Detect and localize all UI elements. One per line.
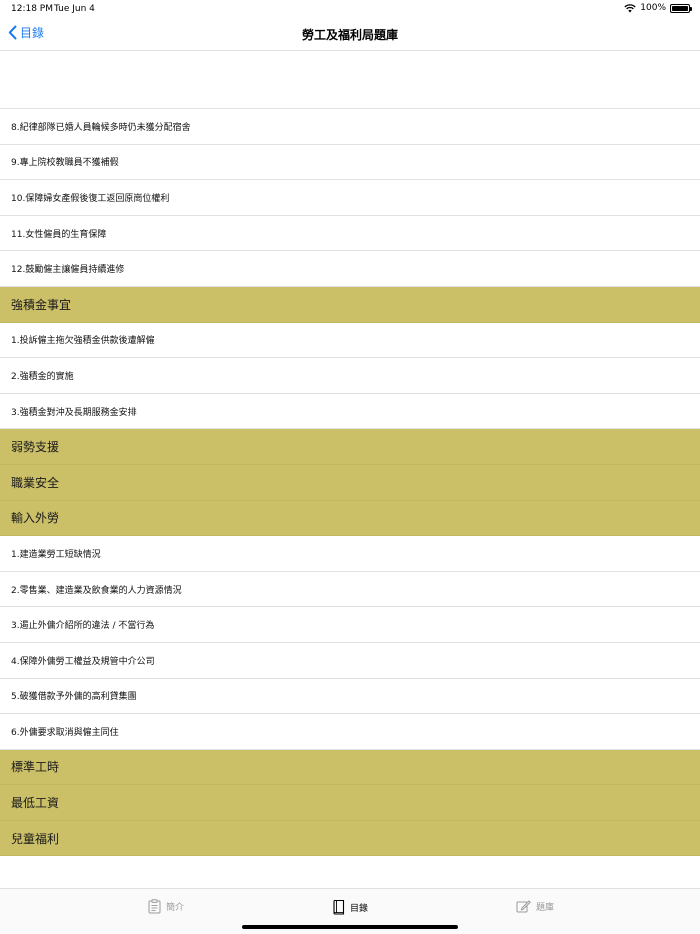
list-item[interactable]: 9.專上院校教職員不獲補假 [0, 145, 700, 181]
section-header[interactable]: 標準工時 [0, 749, 700, 786]
list-item[interactable]: 1.建造業勞工短缺情況 [0, 536, 700, 572]
tab-contents[interactable]: 目錄 [333, 899, 368, 915]
tab-contents-label: 目錄 [350, 903, 369, 914]
section-header-label: 職業安全 [11, 475, 60, 490]
battery-percent: 100% [640, 3, 666, 13]
list-item-label: 2.零售業、建造業及飲食業的人力資源情況 [11, 585, 182, 596]
list-item-label: 5.破獲借款予外傭的高利貸集團 [11, 692, 137, 703]
status-bar: 12:18 PM Tue Jun 4 100% [0, 0, 700, 18]
tab-bank-label: 題庫 [536, 902, 555, 913]
section-header[interactable]: 職業安全 [0, 464, 700, 501]
list-item[interactable]: 11.女性僱員的生育保障 [0, 216, 700, 252]
clipboard-icon [148, 899, 161, 914]
status-time: 12:18 PM [11, 4, 53, 14]
list-item-label: 10.保障婦女產假後復工返回原崗位權利 [11, 193, 170, 204]
tab-bank[interactable]: 題庫 [516, 899, 554, 913]
list-item-label: 12.鼓勵僱主讓僱員持續進修 [11, 265, 125, 276]
list-item[interactable]: 10.保障婦女產假後復工返回原崗位權利 [0, 180, 700, 216]
list-item-label: 1.建造業勞工短缺情況 [11, 549, 101, 560]
section-header-label: 兒童福利 [11, 831, 60, 846]
tab-intro[interactable]: 簡介 [148, 899, 184, 914]
list-item[interactable]: 3.強積金對沖及長期服務金安排 [0, 394, 700, 430]
list-item-label: 11.女性僱員的生育保障 [11, 229, 107, 240]
list-item[interactable]: 5.破獲借款予外傭的高利貸集團 [0, 679, 700, 715]
section-header-label: 弱勢支援 [11, 440, 60, 455]
page-title: 勞工及福利局題庫 [301, 28, 398, 42]
navigation-bar: 目錄 勞工及福利局題庫 [0, 18, 700, 51]
status-right: 100% [624, 3, 692, 13]
tab-intro-label: 簡介 [166, 903, 185, 913]
edit-icon [516, 900, 531, 913]
list-item-label: 1.投訴僱主拖欠強積金供款後遭解僱 [11, 336, 155, 347]
wifi-icon [624, 3, 636, 12]
list-item[interactable]: 6.外傭要求取消與僱主同住 [0, 714, 700, 750]
section-header-label: 輸入外勞 [11, 511, 60, 526]
section-header[interactable]: 強積金事宜 [0, 286, 700, 323]
list-item[interactable]: 2.零售業、建造業及飲食業的人力資源情況 [0, 572, 700, 608]
list-item-label: 3.遏止外傭介紹所的違法 / 不當行為 [11, 621, 155, 632]
section-header[interactable]: 弱勢支援 [0, 429, 700, 465]
section-header-label: 強積金事宜 [11, 297, 72, 312]
list-item-label: 2.強積金的實施 [11, 371, 74, 382]
list-item[interactable]: 1.投訴僱主拖欠強積金供款後遭解僱 [0, 323, 700, 359]
section-header-label: 標準工時 [11, 760, 60, 775]
list-item-label: 8.紀律部隊已婚人員輪候多時仍未獲分配宿舍 [11, 122, 191, 133]
list-item-label: 4.保障外傭勞工權益及規管中介公司 [11, 656, 155, 667]
list-item-label: 6.外傭要求取消與僱主同住 [11, 727, 119, 738]
battery-icon [670, 3, 692, 13]
home-indicator [242, 925, 458, 929]
book-icon [333, 899, 345, 915]
list-spacer [0, 51, 700, 109]
section-header[interactable]: 兒童福利 [0, 820, 700, 857]
section-header[interactable]: 輸入外勞 [0, 500, 700, 537]
list-item-label: 3.強積金對沖及長期服務金安排 [11, 407, 137, 418]
topic-list: 8.紀律部隊已婚人員輪候多時仍未獲分配宿舍 9.專上院校教職員不獲補假 10.保障婦… [0, 51, 700, 857]
status-date: Tue Jun 4 [54, 4, 95, 14]
list-item-label: 9.專上院校教職員不獲補假 [11, 158, 119, 169]
list-item[interactable]: 3.遏止外傭介紹所的違法 / 不當行為 [0, 607, 700, 643]
list-item[interactable]: 4.保障外傭勞工權益及規管中介公司 [0, 643, 700, 679]
section-header[interactable]: 最低工資 [0, 785, 700, 821]
list-item[interactable]: 8.紀律部隊已婚人員輪候多時仍未獲分配宿舍 [0, 109, 700, 145]
section-header-label: 最低工資 [11, 796, 60, 811]
list-item[interactable]: 2.強積金的實施 [0, 358, 700, 394]
list-item[interactable]: 12.鼓勵僱主讓僱員持續進修 [0, 251, 700, 287]
